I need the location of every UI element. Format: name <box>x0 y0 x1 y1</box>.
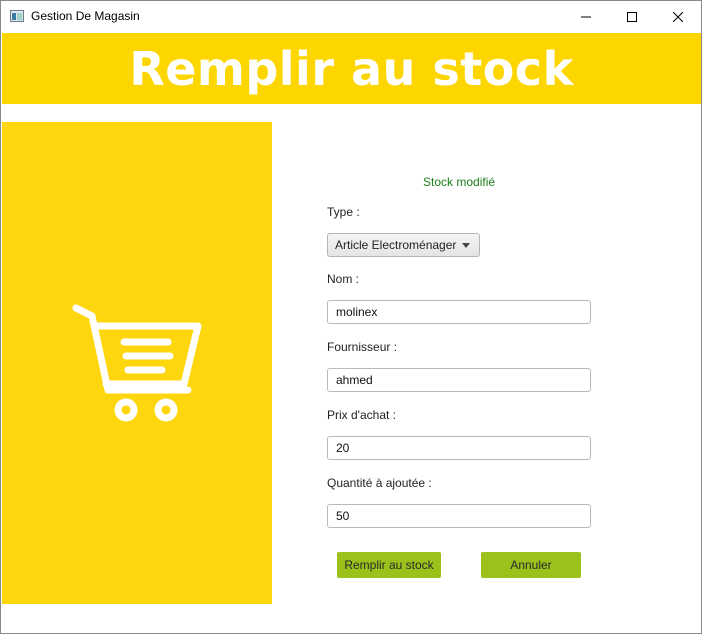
nom-label: Nom : <box>327 272 360 286</box>
quantite-label: Quantité à ajoutée : <box>327 476 432 490</box>
fournisseur-input[interactable]: ahmed <box>327 368 591 392</box>
maximize-button[interactable] <box>609 1 655 32</box>
type-select-value: Article Electroménager <box>335 238 457 252</box>
nom-input[interactable]: molinex <box>327 300 591 324</box>
header-banner: Remplir au stock <box>2 33 701 104</box>
quantite-input[interactable]: 50 <box>327 504 591 528</box>
close-icon <box>673 11 683 22</box>
minimize-button[interactable] <box>563 1 609 32</box>
maximize-icon <box>627 11 637 22</box>
app-window: Gestion De Magasin Remplir au stock Stoc… <box>0 0 702 634</box>
fournisseur-label: Fournisseur : <box>327 340 398 354</box>
type-select[interactable]: Article Electroménager <box>327 233 480 257</box>
title-bar: Gestion De Magasin <box>1 1 701 32</box>
prix-input[interactable]: 20 <box>327 436 591 460</box>
close-button[interactable] <box>655 1 701 32</box>
side-panel <box>2 122 272 604</box>
app-icon <box>10 10 24 22</box>
minimize-icon <box>581 16 591 17</box>
window-title: Gestion De Magasin <box>31 9 140 23</box>
cancel-button[interactable]: Annuler <box>481 552 581 578</box>
nom-input-value: molinex <box>336 305 378 319</box>
fill-stock-button[interactable]: Remplir au stock <box>337 552 441 578</box>
prix-label: Prix d'achat : <box>327 408 396 422</box>
prix-input-value: 20 <box>336 441 350 455</box>
dropdown-arrow-icon <box>462 243 470 248</box>
type-label: Type : <box>327 205 360 219</box>
quantite-input-value: 50 <box>336 509 350 523</box>
page-title: Remplir au stock <box>129 41 574 96</box>
fournisseur-input-value: ahmed <box>336 373 373 387</box>
status-message: Stock modifié <box>423 175 496 189</box>
shopping-cart-icon <box>72 304 202 422</box>
